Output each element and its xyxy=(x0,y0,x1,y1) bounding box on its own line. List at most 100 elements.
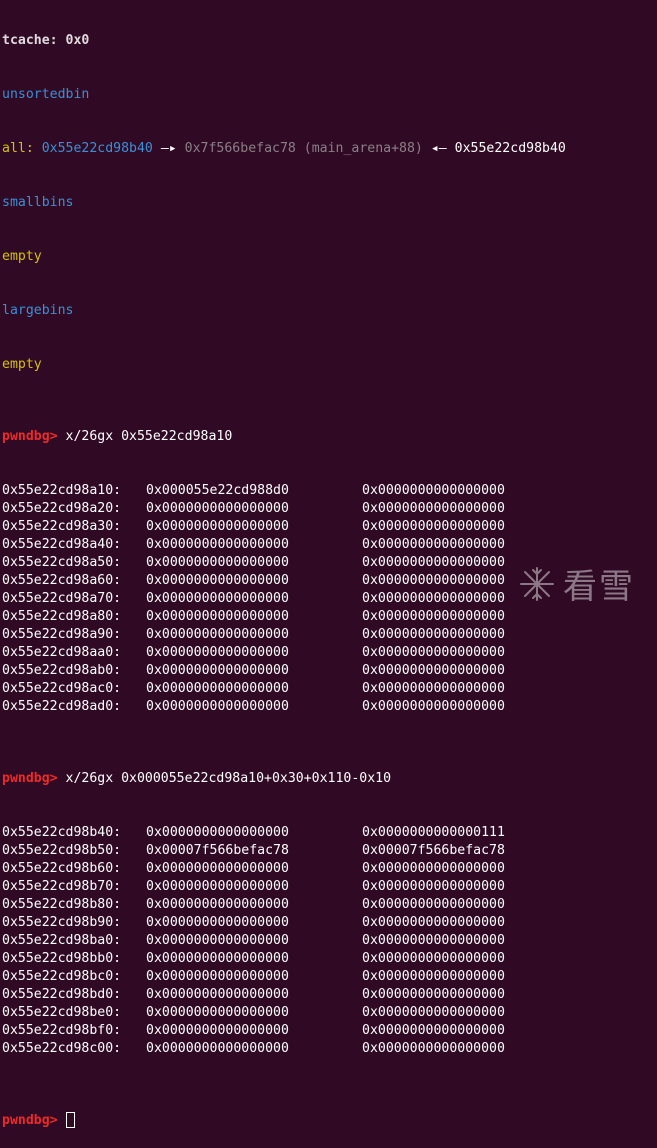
memory-address: 0x55e22cd98b60: xyxy=(2,861,122,876)
memory-value-2: 0x0000000000000000 xyxy=(362,1005,505,1020)
memory-value-1: 0x0000000000000000 xyxy=(146,1005,289,1020)
memory-row: 0x55e22cd98a30: 0x0000000000000000 0x00000… xyxy=(2,518,657,536)
memory-value-1: 0x0000000000000000 xyxy=(146,681,289,696)
memory-row: 0x55e22cd98bc0: 0x0000000000000000 0x00000… xyxy=(2,968,657,986)
memory-address: 0x55e22cd98b70: xyxy=(2,879,122,894)
memory-row: 0x55e22cd98ac0: 0x0000000000000000 0x00000… xyxy=(2,680,657,698)
memory-value-1: 0x0000000000000000 xyxy=(146,573,289,588)
command-line-input[interactable]: pwndbg> xyxy=(2,1112,657,1130)
memory-value-2: 0x0000000000000000 xyxy=(362,933,505,948)
largebins-value: empty xyxy=(2,357,42,372)
memory-address: 0x55e22cd98bf0: xyxy=(2,1023,122,1038)
all-addr: 0x55e22cd98b40 xyxy=(41,141,153,156)
memory-value-1: 0x0000000000000000 xyxy=(146,951,289,966)
memory-value-2: 0x0000000000000000 xyxy=(362,861,505,876)
memory-value-1: 0x0000000000000000 xyxy=(146,969,289,984)
memory-value-1: 0x0000000000000000 xyxy=(146,663,289,678)
memory-address: 0x55e22cd98bb0: xyxy=(2,951,122,966)
unsortedbin-all-line: all: 0x55e22cd98b40 —▸ 0x7f566befac78 (m… xyxy=(2,140,657,158)
memory-row: 0x55e22cd98a10: 0x000055e22cd988d0 0x00000… xyxy=(2,482,657,500)
memory-value-1: 0x0000000000000000 xyxy=(146,1041,289,1056)
memory-value-1: 0x0000000000000000 xyxy=(146,987,289,1002)
memory-address: 0x55e22cd98a80: xyxy=(2,609,122,624)
unsortedbin-label-line: unsortedbin xyxy=(2,86,657,104)
memory-row: 0x55e22cd98b50: 0x00007f566befac78 0x00007… xyxy=(2,842,657,860)
memory-address: 0x55e22cd98a40: xyxy=(2,537,122,552)
memory-value-1: 0x0000000000000000 xyxy=(146,699,289,714)
memory-value-2: 0x0000000000000000 xyxy=(362,969,505,984)
command-text-2: x/26gx 0x000055e22cd98a10+0x30+0x110-0x1… xyxy=(65,771,392,786)
memory-value-2: 0x00007f566befac78 xyxy=(362,843,505,858)
memory-row: 0x55e22cd98b70: 0x0000000000000000 0x00000… xyxy=(2,878,657,896)
memory-value-2: 0x0000000000000000 xyxy=(362,573,505,588)
memory-value-2: 0x0000000000000000 xyxy=(362,519,505,534)
memory-row: 0x55e22cd98b60: 0x0000000000000000 0x00000… xyxy=(2,860,657,878)
kanxue-logo-icon xyxy=(520,566,554,601)
memory-row: 0x55e22cd98ba0: 0x0000000000000000 0x00000… xyxy=(2,932,657,950)
memory-value-1: 0x0000000000000000 xyxy=(146,591,289,606)
text-cursor[interactable] xyxy=(65,1112,75,1128)
memory-value-1: 0x0000000000000000 xyxy=(146,879,289,894)
smallbins-label: smallbins xyxy=(2,195,74,210)
memory-value-1: 0x0000000000000000 xyxy=(146,501,289,516)
memory-value-1: 0x0000000000000000 xyxy=(146,897,289,912)
memory-value-1: 0x000055e22cd988d0 xyxy=(146,483,289,498)
memory-value-1: 0x00007f566befac78 xyxy=(146,843,289,858)
memory-address: 0x55e22cd98a10: xyxy=(2,483,122,498)
memory-address: 0x55e22cd98a60: xyxy=(2,573,122,588)
memory-value-2: 0x0000000000000000 xyxy=(362,897,505,912)
memory-value-1: 0x0000000000000000 xyxy=(146,825,289,840)
memory-row: 0x55e22cd98aa0: 0x0000000000000000 0x00000… xyxy=(2,644,657,662)
memory-address: 0x55e22cd98b50: xyxy=(2,843,122,858)
memory-value-2: 0x0000000000000000 xyxy=(362,951,505,966)
prompt: pwndbg> xyxy=(2,1113,58,1128)
prompt: pwndbg> xyxy=(2,771,58,786)
arena-symbol: (main_arena+88) xyxy=(303,141,423,156)
memory-value-1: 0x0000000000000000 xyxy=(146,609,289,624)
memory-value-2: 0x0000000000000000 xyxy=(362,609,505,624)
memory-address: 0x55e22cd98c00: xyxy=(2,1041,122,1056)
memory-value-2: 0x0000000000000000 xyxy=(362,555,505,570)
memory-value-1: 0x0000000000000000 xyxy=(146,915,289,930)
memory-value-1: 0x0000000000000000 xyxy=(146,933,289,948)
memory-address: 0x55e22cd98b90: xyxy=(2,915,122,930)
terminal-line-partial: tcache: 0x0 xyxy=(2,32,657,50)
memory-value-1: 0x0000000000000000 xyxy=(146,555,289,570)
memory-row: 0x55e22cd98a80: 0x0000000000000000 0x00000… xyxy=(2,608,657,626)
memory-value-1: 0x0000000000000000 xyxy=(146,519,289,534)
memory-value-2: 0x0000000000000000 xyxy=(362,699,505,714)
terminal-window[interactable]: tcache: 0x0 unsortedbin all: 0x55e22cd98… xyxy=(0,0,657,1128)
memory-value-1: 0x0000000000000000 xyxy=(146,645,289,660)
memory-row: 0x55e22cd98a20: 0x0000000000000000 0x00000… xyxy=(2,500,657,518)
memory-value-2: 0x0000000000000000 xyxy=(362,879,505,894)
memory-row: 0x55e22cd98ad0: 0x0000000000000000 0x00000… xyxy=(2,698,657,716)
command-line-2: pwndbg> x/26gx 0x000055e22cd98a10+0x30+0… xyxy=(2,770,657,788)
arrow-left-icon: ◂— xyxy=(430,141,447,156)
memory-value-2: 0x0000000000000000 xyxy=(362,627,505,642)
memory-value-2: 0x0000000000000000 xyxy=(362,537,505,552)
prompt: pwndbg> xyxy=(2,429,58,444)
watermark: 看雪 xyxy=(517,559,635,608)
memory-value-1: 0x0000000000000000 xyxy=(146,537,289,552)
memory-value-1: 0x0000000000000000 xyxy=(146,1023,289,1038)
smallbins-label-line: smallbins xyxy=(2,194,657,212)
memory-value-1: 0x0000000000000000 xyxy=(146,861,289,876)
memory-value-2: 0x0000000000000111 xyxy=(362,825,505,840)
memory-address: 0x55e22cd98ab0: xyxy=(2,663,122,678)
memory-value-2: 0x0000000000000000 xyxy=(362,987,505,1002)
memory-row: 0x55e22cd98b40: 0x0000000000000000 0x00000… xyxy=(2,824,657,842)
memory-row: 0x55e22cd98b80: 0x0000000000000000 0x00000… xyxy=(2,896,657,914)
memory-address: 0x55e22cd98a30: xyxy=(2,519,122,534)
largebins-label-line: largebins xyxy=(2,302,657,320)
memory-address: 0x55e22cd98ac0: xyxy=(2,681,122,696)
memory-row: 0x55e22cd98c00: 0x0000000000000000 0x00000… xyxy=(2,1040,657,1058)
arena-addr: 0x7f566befac78 xyxy=(184,141,296,156)
memory-value-2: 0x0000000000000000 xyxy=(362,1041,505,1056)
memory-address: 0x55e22cd98a70: xyxy=(2,591,122,606)
smallbins-value: empty xyxy=(2,249,42,264)
memory-address: 0x55e22cd98a50: xyxy=(2,555,122,570)
memory-row: 0x55e22cd98bb0: 0x0000000000000000 0x00000… xyxy=(2,950,657,968)
memory-address: 0x55e22cd98bd0: xyxy=(2,987,122,1002)
unsortedbin-label: unsortedbin xyxy=(2,87,90,102)
partial-top-text: tcache: 0x0 xyxy=(2,33,90,48)
